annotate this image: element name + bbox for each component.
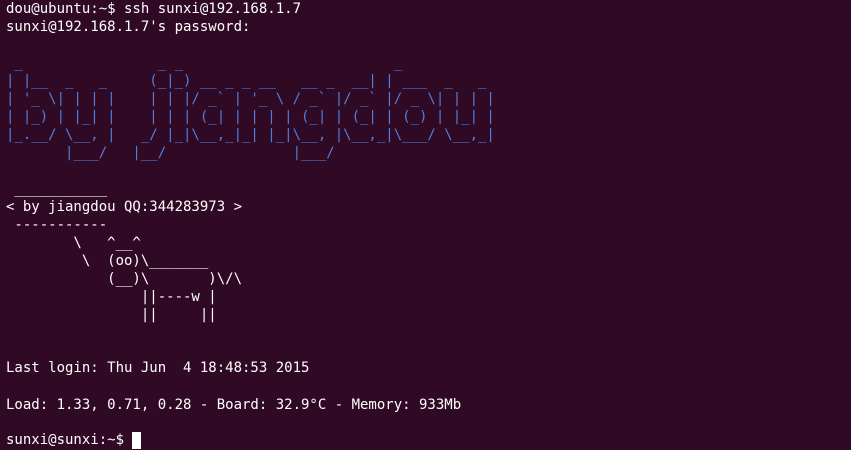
banner-ascii-art: _ _ _ _ | |__ _ _ (_|_) __ _ _ __ __ _ _… xyxy=(6,55,495,161)
ssh-command-line: dou@ubuntu:~$ ssh sunxi@192.168.1.7 xyxy=(6,1,302,17)
text-cursor xyxy=(132,431,142,449)
terminal-window[interactable]: dou@ubuntu:~$ ssh sunxi@192.168.1.7 sunx… xyxy=(0,0,851,450)
command-prompt-line[interactable]: sunxi@sunxi:~$ xyxy=(6,431,142,449)
last-login-line: Last login: Thu Jun 4 18:48:53 2015 xyxy=(6,360,310,376)
system-load-line: Load: 1.33, 0.71, 0.28 - Board: 32.9°C -… xyxy=(6,397,462,413)
password-prompt-line: sunxi@192.168.1.7's password: xyxy=(6,19,251,35)
cowsay-ascii-art: ___________ < by jiangdou QQ:344283973 >… xyxy=(6,181,243,323)
shell-prompt: sunxi@sunxi:~$ xyxy=(6,432,125,448)
